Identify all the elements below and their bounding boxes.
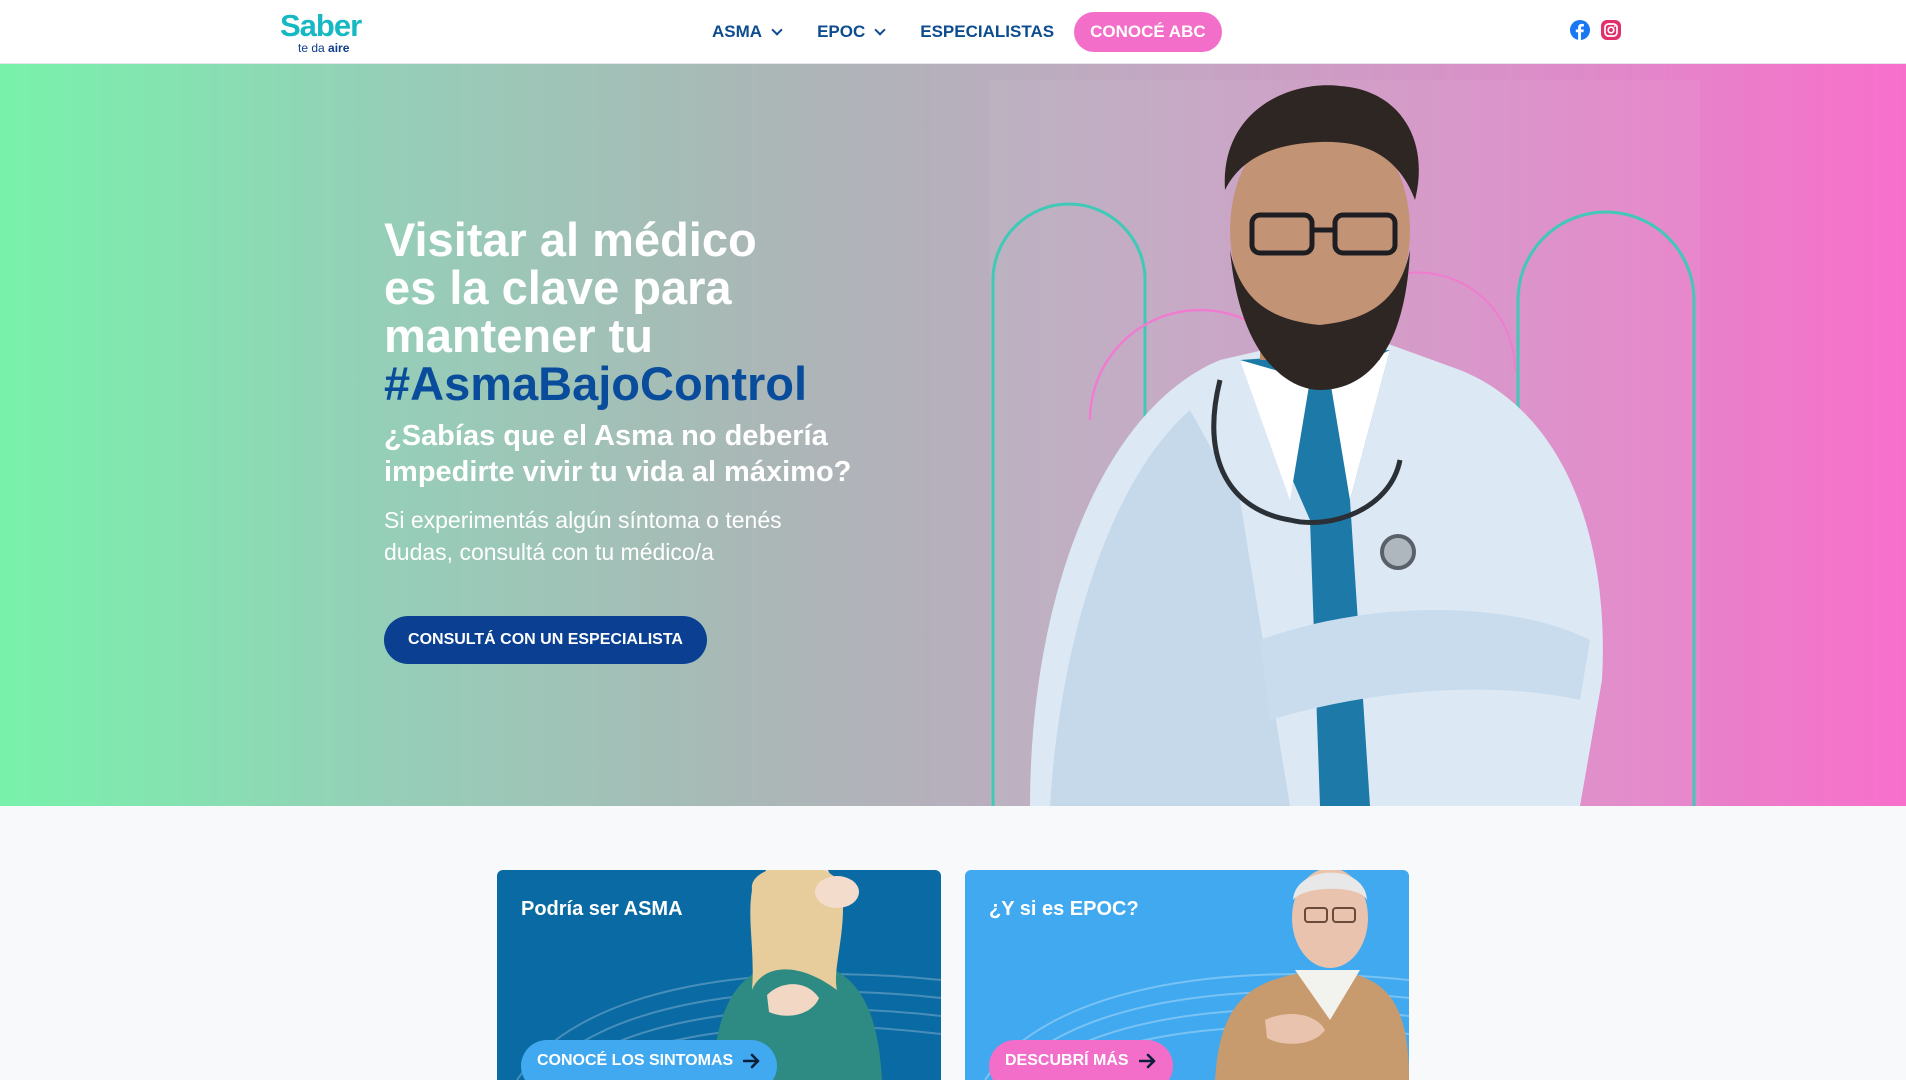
arrow-right-icon (743, 1053, 760, 1069)
instagram-icon (1601, 20, 1621, 40)
nav-item-asma[interactable]: ASMA (712, 22, 783, 42)
hero-title-line: Visitar al médico (384, 213, 757, 266)
facebook-icon (1570, 20, 1590, 40)
card-title: ¿Y si es EPOC? (989, 898, 1139, 920)
logo-tagline-prefix: te da (298, 41, 325, 55)
logo-tagline: te da aire (298, 41, 349, 55)
navbar: Saber te da aire ASMA EPOC ESPECIALISTAS… (0, 0, 1906, 64)
epoc-card[interactable]: ¿Y si es EPOC? DESCUBRÍ MÁS (965, 870, 1409, 1080)
main-nav: ASMA EPOC ESPECIALISTAS CONOCÉ ABC (712, 12, 1222, 52)
hero-title-line: mantener tu (384, 309, 653, 362)
logo-tagline-bold: aire (328, 41, 350, 55)
card-button-label: CONOCÉ LOS SINTOMAS (537, 1052, 734, 1069)
nav-item-label: ESPECIALISTAS (920, 22, 1055, 41)
descubri-mas-button[interactable]: DESCUBRÍ MÁS (989, 1040, 1173, 1080)
hero-title: Visitar al médico es la clave para mante… (384, 216, 854, 408)
conoce-abc-button[interactable]: CONOCÉ ABC (1074, 12, 1222, 52)
chevron-down-icon (874, 23, 886, 36)
hero-copy: Visitar al médico es la clave para mante… (384, 216, 854, 568)
arrow-right-icon (1138, 1053, 1155, 1069)
nav-item-label: EPOC (817, 22, 866, 41)
nav-item-epoc[interactable]: EPOC (817, 22, 886, 42)
nav-item-especialistas[interactable]: ESPECIALISTAS (920, 22, 1054, 42)
hero-title-line: es la clave para (384, 261, 732, 314)
asma-card[interactable]: Podría ser ASMA CONOCÉ LOS SINTOMAS (497, 870, 941, 1080)
hero-subtitle: ¿Sabías que el Asma no debería impedirte… (384, 420, 852, 488)
conoce-sintomas-button[interactable]: CONOCÉ LOS SINTOMAS (521, 1040, 778, 1080)
hero-banner: Visitar al médico es la clave para mante… (0, 64, 1906, 806)
hero-hashtag: #AsmaBajoControl (384, 357, 808, 410)
hero-body-text: Si experimentás algún síntoma o tenés du… (384, 507, 782, 565)
doctor-photo (990, 80, 1700, 806)
logo-wordmark: Saber (280, 8, 362, 43)
instagram-link[interactable] (1601, 20, 1621, 45)
card-button-label: DESCUBRÍ MÁS (1005, 1052, 1129, 1069)
site-logo[interactable]: Saber te da aire (280, 8, 370, 56)
chevron-down-icon (771, 23, 783, 36)
consult-specialist-button[interactable]: CONSULTÁ CON UN ESPECIALISTA (384, 616, 707, 664)
card-title: Podría ser ASMA (521, 898, 683, 920)
facebook-link[interactable] (1570, 20, 1590, 45)
nav-item-label: ASMA (712, 22, 763, 41)
